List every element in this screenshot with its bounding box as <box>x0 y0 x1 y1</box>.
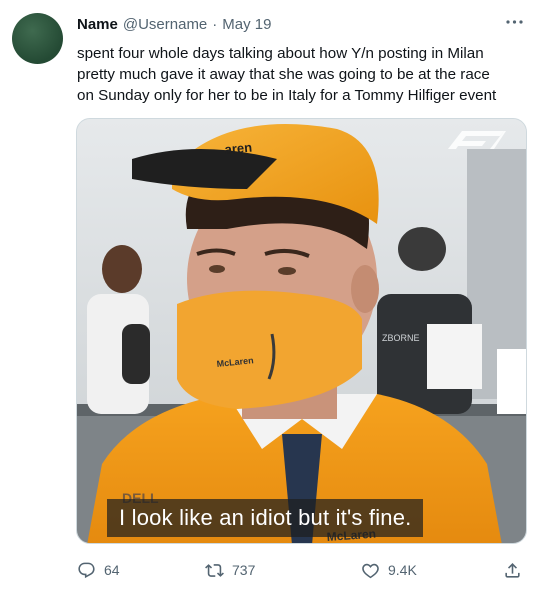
author-handle[interactable]: @Username <box>123 16 207 33</box>
cap-logo-text: aren <box>224 140 253 157</box>
retweet-icon <box>205 563 224 577</box>
video-caption: I look like an idiot but it's fine. <box>107 499 424 537</box>
retweet-button[interactable]: 737 <box>205 561 255 580</box>
tweet-text-line: spent four whole days talking about how … <box>77 45 484 62</box>
tweet-text-line: on Sunday only for her to be in Italy fo… <box>77 87 497 104</box>
like-count: 9.4K <box>388 562 417 578</box>
reply-button[interactable]: 64 <box>77 561 120 580</box>
tweet-date[interactable]: May 19 <box>222 16 271 33</box>
tweet-media-image[interactable]: ZBORNE DELL McLaren aren McLaren <box>76 118 527 544</box>
tweet-text-line: pretty much gave it away that she was go… <box>77 66 490 83</box>
reply-icon <box>78 562 95 578</box>
share-button[interactable] <box>503 561 522 580</box>
reply-count: 64 <box>104 562 120 578</box>
separator-dot: · <box>212 16 218 33</box>
f1-watermark-icon <box>446 127 506 151</box>
like-button[interactable]: 9.4K <box>361 561 417 580</box>
retweet-count: 737 <box>232 562 256 578</box>
bg-sign-text: ZBORNE <box>382 333 420 343</box>
heart-icon <box>362 563 379 578</box>
tweet-text: spent four whole days talking about how … <box>77 43 527 106</box>
media-illustration: ZBORNE DELL McLaren aren McLaren <box>77 119 526 543</box>
share-icon <box>505 562 520 578</box>
author-name[interactable]: Name <box>77 16 118 33</box>
tweet-header: Name @Username · May 19 <box>77 16 271 36</box>
avatar[interactable] <box>12 13 63 64</box>
tweet-actions: 64 737 9.4K <box>77 558 527 582</box>
more-options-icon[interactable] <box>502 12 526 32</box>
